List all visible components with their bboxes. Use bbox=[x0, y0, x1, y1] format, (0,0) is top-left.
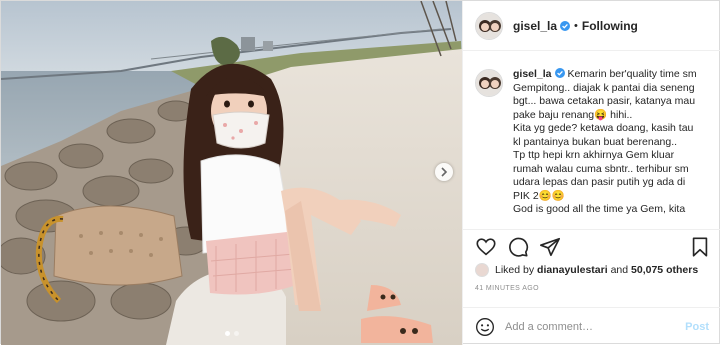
caption-line: Tp ttp hepi krn akhirnya Gem kluar bbox=[513, 149, 675, 161]
action-bar bbox=[463, 229, 720, 261]
liker-username[interactable]: dianayulestari bbox=[537, 264, 608, 276]
caption-line: bgt... bawa cetakan pasir, katanya mau bbox=[513, 95, 696, 107]
caption-line: udara lepas dan pasir putih yg ada di bbox=[513, 176, 686, 188]
post-comment-button[interactable]: Post bbox=[685, 321, 709, 333]
likes-and: and bbox=[610, 264, 629, 276]
caption-line: Kita yg gede? ketawa doang, kasih tau bbox=[513, 122, 694, 134]
carousel-dot bbox=[224, 331, 230, 336]
caption-line: Gempitong.. diajak k pantai dia seneng bbox=[513, 81, 695, 94]
avatar[interactable] bbox=[475, 11, 503, 40]
likes-prefix: Liked by bbox=[495, 264, 535, 276]
caption-avatar[interactable] bbox=[475, 69, 503, 97]
likes-count[interactable]: 50,075 others bbox=[631, 264, 698, 276]
beach-photo-illustration bbox=[1, 1, 462, 345]
likes-summary: Liked by dianayulestari and 50,075 other… bbox=[475, 263, 698, 277]
username-link[interactable]: gisel_la bbox=[513, 19, 557, 33]
carousel-dots bbox=[1, 331, 462, 336]
chevron-right-icon bbox=[441, 167, 448, 177]
comment-box: Post bbox=[463, 307, 720, 345]
post-side-panel: gisel_la • Following gisel_la Kemarin be… bbox=[462, 1, 720, 345]
carousel-dot bbox=[233, 331, 239, 336]
post-header: gisel_la • Following bbox=[463, 1, 720, 51]
caption-line: pake baju renang😝 hihi.. bbox=[513, 108, 633, 121]
caption-line-text: Kemarin ber'quality time sm bbox=[567, 68, 697, 80]
caption-line: PIK 2😊😊 bbox=[513, 189, 565, 202]
caption-line: God is good all the time ya Gem, kita bbox=[513, 203, 686, 215]
caption-line: kl pantainya bukan buat berenang.. bbox=[513, 135, 678, 148]
liker-avatar[interactable] bbox=[475, 263, 489, 277]
avatar-image bbox=[476, 12, 502, 39]
comment-input[interactable] bbox=[505, 320, 686, 333]
bookmark-icon[interactable] bbox=[689, 236, 711, 258]
share-icon[interactable] bbox=[539, 236, 561, 258]
following-button[interactable]: Following bbox=[582, 19, 638, 33]
caption-username[interactable]: gisel_la bbox=[513, 68, 552, 80]
post-timestamp[interactable]: 41 MINUTES AGO bbox=[475, 285, 539, 292]
carousel-next-button[interactable] bbox=[435, 163, 453, 181]
caption-text: gisel_la Kemarin ber'quality time sm Gem… bbox=[513, 68, 709, 228]
heart-icon[interactable] bbox=[475, 236, 497, 258]
comment-icon[interactable] bbox=[507, 236, 529, 258]
caption-line: gisel_la Kemarin ber'quality time sm bbox=[513, 68, 709, 82]
caption-section: gisel_la Kemarin ber'quality time sm Gem… bbox=[463, 52, 720, 228]
emoji-icon[interactable] bbox=[475, 317, 495, 337]
verified-badge-icon bbox=[560, 20, 571, 31]
avatar-image bbox=[476, 70, 502, 96]
header-separator: • bbox=[574, 19, 578, 32]
verified-badge-icon bbox=[554, 68, 565, 78]
caption-line: rumah walau cuma sbntr.. terhibur sm bbox=[513, 162, 689, 175]
post-photo[interactable] bbox=[1, 1, 462, 345]
instagram-post: gisel_la • Following gisel_la Kemarin be… bbox=[0, 0, 720, 345]
